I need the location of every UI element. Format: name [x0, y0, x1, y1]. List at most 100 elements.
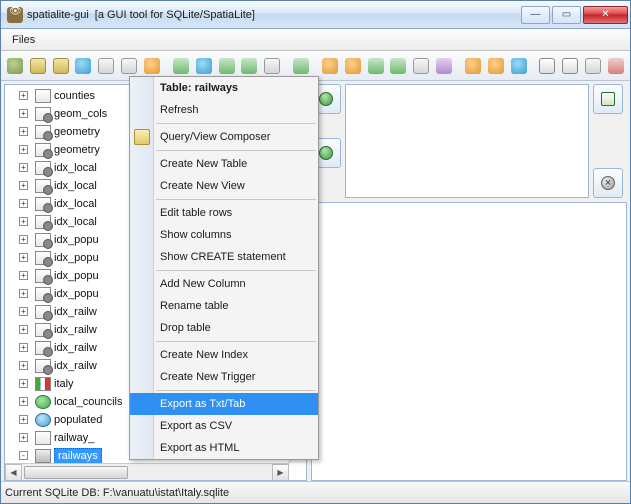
- clear-icon: [601, 176, 615, 190]
- tree-expander-icon[interactable]: +: [19, 181, 28, 190]
- import-icon[interactable]: [365, 55, 387, 77]
- tree-expander-icon[interactable]: +: [19, 415, 28, 424]
- tree-item-label: idx_local: [54, 162, 97, 174]
- context-menu-item[interactable]: Rename table: [130, 295, 318, 317]
- tree-expander-icon[interactable]: +: [19, 325, 28, 334]
- tree-expander-icon[interactable]: +: [19, 343, 28, 352]
- tree-expander-icon[interactable]: +: [19, 289, 28, 298]
- tree-expander-icon[interactable]: +: [19, 235, 28, 244]
- result-pane[interactable]: [311, 202, 627, 481]
- context-menu-item[interactable]: Query/View Composer: [130, 126, 318, 148]
- maximize-button[interactable]: ▭: [552, 6, 581, 24]
- export-icon[interactable]: [388, 55, 410, 77]
- scroll-thumb[interactable]: [24, 466, 128, 479]
- help-icon[interactable]: [605, 55, 627, 77]
- tree-expander-icon[interactable]: +: [19, 127, 28, 136]
- context-menu-item-label: Create New Trigger: [160, 371, 255, 383]
- compose-icon[interactable]: [193, 55, 215, 77]
- h-scrollbar[interactable]: ◀ ▶: [5, 463, 289, 480]
- context-menu: Table: railwaysRefreshQuery/View Compose…: [129, 76, 319, 460]
- context-menu-item[interactable]: Create New Table: [130, 153, 318, 175]
- text-select-icon[interactable]: [537, 55, 559, 77]
- table-icon: [35, 197, 51, 211]
- db-save-icon[interactable]: [95, 55, 117, 77]
- context-menu-item-label: Rename table: [160, 300, 229, 312]
- context-menu-item[interactable]: Show CREATE statement: [130, 246, 318, 268]
- table-icon: [35, 161, 51, 175]
- db-vacuum-icon[interactable]: [141, 55, 163, 77]
- context-menu-item-label: Drop table: [160, 322, 211, 334]
- tree-expander-icon[interactable]: +: [19, 253, 28, 262]
- menu-files[interactable]: Files: [5, 32, 42, 48]
- context-menu-item[interactable]: Create New View: [130, 175, 318, 197]
- context-menu-item[interactable]: Export as Txt/Tab: [130, 393, 318, 415]
- db-new-icon[interactable]: [73, 55, 95, 77]
- globe-icon[interactable]: [508, 55, 530, 77]
- minimize-button[interactable]: —: [521, 6, 550, 24]
- context-menu-item[interactable]: Create New Index: [130, 344, 318, 366]
- globe-icon-glyph: [511, 58, 527, 74]
- tree-expander-icon[interactable]: +: [19, 307, 28, 316]
- context-menu-item[interactable]: Export as HTML: [130, 437, 318, 459]
- tree-item-label: idx_railw: [54, 360, 97, 372]
- brush-icon[interactable]: [4, 55, 26, 77]
- db-open-icon[interactable]: [27, 55, 49, 77]
- scroll-right-button[interactable]: ▶: [272, 464, 289, 481]
- db-close-icon[interactable]: [118, 55, 140, 77]
- app-icon: [7, 7, 23, 23]
- scroll-track[interactable]: [22, 464, 272, 481]
- sql-icon[interactable]: [170, 55, 192, 77]
- scroll-left-button[interactable]: ◀: [5, 464, 22, 481]
- play-icon: [319, 146, 333, 160]
- import-icon-glyph: [368, 58, 384, 74]
- tree-expander-icon[interactable]: +: [19, 145, 28, 154]
- context-menu-item[interactable]: Create New Trigger: [130, 366, 318, 388]
- overlay2-icon[interactable]: [485, 55, 507, 77]
- db-mem-icon[interactable]: [50, 55, 72, 77]
- overlay1-icon[interactable]: [462, 55, 484, 77]
- shp-export-icon[interactable]: [216, 55, 238, 77]
- tree-expander-icon[interactable]: +: [19, 199, 28, 208]
- context-menu-separator: [156, 199, 316, 200]
- context-menu-item-label: Edit table rows: [160, 207, 232, 219]
- tree-expander-icon[interactable]: +: [19, 91, 28, 100]
- dxf-icon[interactable]: [261, 55, 283, 77]
- sql-editor[interactable]: [345, 84, 589, 198]
- table-icon: [35, 377, 51, 391]
- clear-button[interactable]: [593, 168, 623, 198]
- layers-icon[interactable]: [319, 55, 341, 77]
- tree-expander-icon[interactable]: +: [19, 361, 28, 370]
- context-menu-item[interactable]: Edit table rows: [130, 202, 318, 224]
- tree-expander-icon[interactable]: +: [19, 163, 28, 172]
- tree-expander-icon[interactable]: -: [19, 451, 28, 460]
- context-menu-separator: [156, 341, 316, 342]
- export-result-button[interactable]: [593, 84, 623, 114]
- tree-expander-icon[interactable]: +: [19, 217, 28, 226]
- compose-icon-glyph: [196, 58, 212, 74]
- text-icon[interactable]: [559, 55, 581, 77]
- tree-expander-icon[interactable]: +: [19, 109, 28, 118]
- tree-expander-icon[interactable]: +: [19, 397, 28, 406]
- settings-icon[interactable]: [582, 55, 604, 77]
- context-menu-item[interactable]: Drop table: [130, 317, 318, 339]
- context-menu-item[interactable]: Refresh: [130, 99, 318, 121]
- style-icon[interactable]: [342, 55, 364, 77]
- close-button[interactable]: ✕: [583, 6, 628, 24]
- style-icon-glyph: [345, 58, 361, 74]
- tree-expander-icon[interactable]: +: [19, 271, 28, 280]
- network-icon[interactable]: [433, 55, 455, 77]
- context-menu-item[interactable]: Show columns: [130, 224, 318, 246]
- run-icon-glyph: [293, 58, 309, 74]
- shp-import-icon[interactable]: [238, 55, 260, 77]
- context-menu-item[interactable]: Add New Column: [130, 273, 318, 295]
- tree-expander-icon[interactable]: +: [19, 433, 28, 442]
- titlebar[interactable]: spatialite-gui [a GUI tool for SQLite/Sp…: [1, 1, 630, 29]
- raster-icon[interactable]: [410, 55, 432, 77]
- context-menu-item-label: Show CREATE statement: [160, 251, 286, 263]
- context-menu-separator: [156, 270, 316, 271]
- run-icon[interactable]: [290, 55, 312, 77]
- context-menu-item[interactable]: Export as CSV: [130, 415, 318, 437]
- context-menu-item-label: Create New Index: [160, 349, 248, 361]
- tree-item-label: counties: [54, 90, 95, 102]
- tree-expander-icon[interactable]: +: [19, 379, 28, 388]
